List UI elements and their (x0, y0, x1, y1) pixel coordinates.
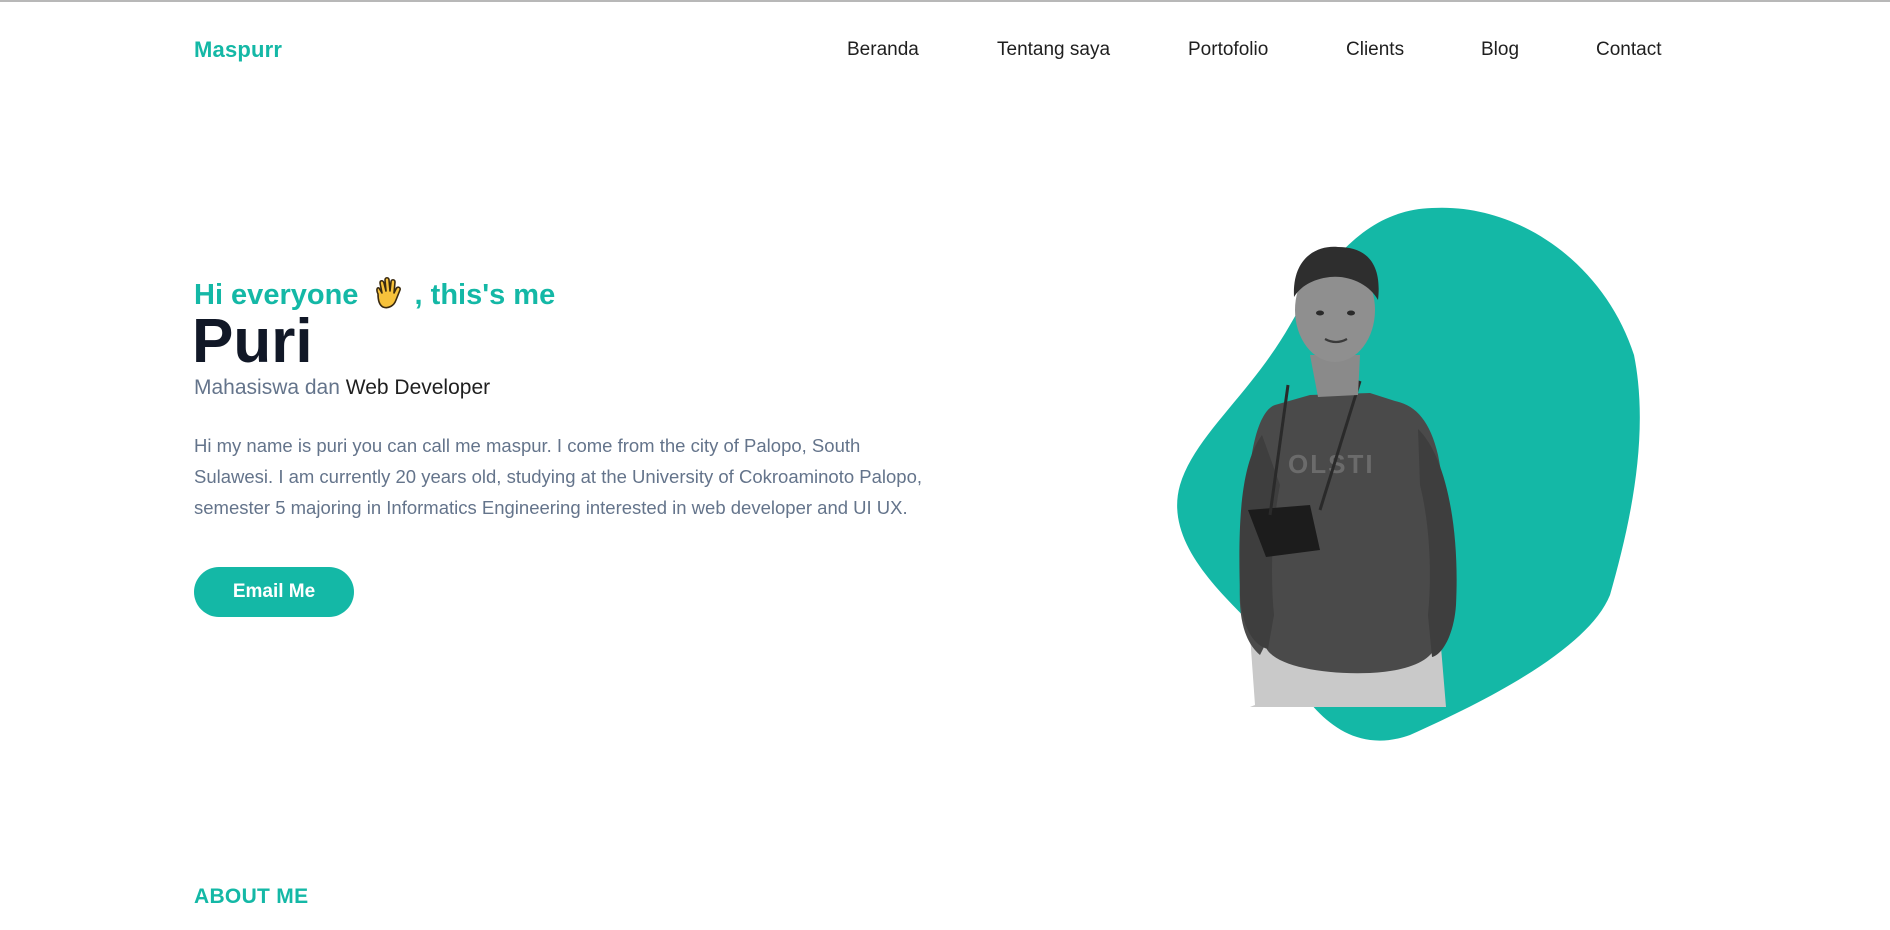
hero-role: Mahasiswa dan Web Developer (194, 376, 490, 400)
main-nav: Beranda Tentang saya Portofolio Clients … (0, 39, 1890, 65)
waving-hand-icon (370, 276, 404, 310)
nav-item-portofolio[interactable]: Portofolio (1188, 39, 1268, 61)
about-heading: ABOUT ME (194, 885, 309, 908)
nav-item-contact[interactable]: Contact (1596, 39, 1661, 61)
nav-item-beranda[interactable]: Beranda (847, 39, 919, 61)
role-highlight: Web Developer (345, 376, 491, 399)
greeting-text-post: , this's me (414, 279, 556, 311)
hero-name: Puri (192, 307, 313, 376)
page-top-border (0, 0, 1890, 2)
role-prefix: Mahasiswa dan (194, 376, 340, 399)
email-me-button[interactable]: Email Me (194, 567, 354, 617)
nav-item-blog[interactable]: Blog (1481, 39, 1519, 61)
hero-bio: Hi my name is puri you can call me maspu… (194, 435, 923, 518)
nav-item-clients[interactable]: Clients (1346, 39, 1404, 61)
hero-photo: OLSTI (1177, 207, 1640, 741)
nav-item-tentang-saya[interactable]: Tentang saya (997, 39, 1110, 61)
